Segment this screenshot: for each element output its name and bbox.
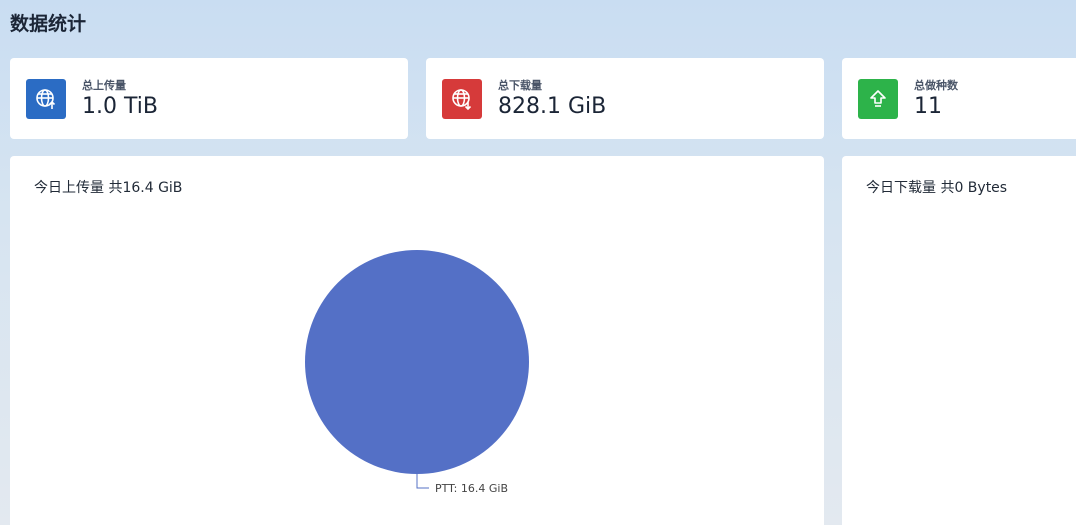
page-title: 数据统计 bbox=[10, 13, 87, 35]
pie-slice-label: PTT: 16.4 GiB bbox=[435, 482, 508, 495]
stat-value: 1.0 TiB bbox=[82, 94, 158, 119]
upload-pie-chart: PTT: 16.4 GiB bbox=[305, 250, 529, 495]
stat-card-upload: 总上传量 1.0 TiB bbox=[10, 58, 408, 139]
today-download-panel: 今日下载量 共0 Bytes bbox=[842, 156, 1076, 525]
today-upload-panel: 今日上传量 共16.4 GiB PTT: 16.4 GiB bbox=[10, 156, 824, 525]
panel-title: 今日下载量 共0 Bytes bbox=[866, 180, 1008, 196]
stat-label: 总做种数 bbox=[914, 79, 958, 92]
upload-arrow-icon bbox=[858, 79, 898, 119]
stat-card-download: 总下载量 828.1 GiB bbox=[426, 58, 824, 139]
stat-label: 总下载量 bbox=[498, 79, 542, 92]
pie-label-line bbox=[416, 474, 429, 489]
pie-slice-ptt[interactable] bbox=[305, 250, 529, 474]
stat-value: 11 bbox=[914, 94, 942, 119]
stat-card-seeding: 总做种数 11 bbox=[842, 58, 1076, 139]
globe-download-icon bbox=[442, 79, 482, 119]
globe-upload-icon bbox=[26, 79, 66, 119]
stat-value: 828.1 GiB bbox=[498, 94, 607, 119]
stat-label: 总上传量 bbox=[82, 79, 126, 92]
